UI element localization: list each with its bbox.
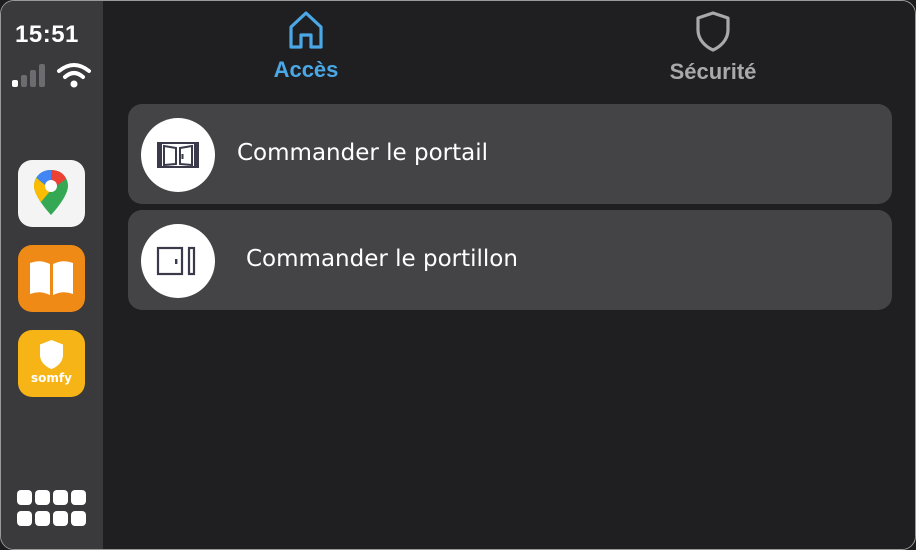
command-wicket-label: Commander le portillon [246, 246, 518, 272]
maps-icon [34, 170, 68, 215]
tab-acces-label: Accès [273, 57, 339, 82]
books-icon [30, 261, 73, 295]
somfy-shield-icon [40, 340, 63, 369]
shield-icon [696, 11, 730, 52]
clock: 15:51 [15, 21, 79, 48]
wicket-door-icon [156, 246, 196, 276]
command-wicket-button[interactable]: Commander le portillon [128, 210, 892, 310]
books-app-button[interactable] [18, 245, 85, 312]
tab-securite[interactable]: Sécurité [613, 9, 813, 85]
wicket-icon-badge [141, 224, 215, 298]
tab-acces[interactable]: Accès [206, 9, 406, 83]
carplay-sidebar: 15:51 somfy [1, 1, 103, 549]
app-grid-button[interactable] [17, 490, 87, 528]
gate-icon [157, 142, 199, 168]
wifi-icon [57, 63, 91, 88]
tab-securite-label: Sécurité [669, 59, 757, 84]
somfy-main-panel: Accès Sécurité Commander le portail Comm… [103, 1, 915, 549]
cellular-signal-icon [12, 63, 52, 87]
home-icon [289, 11, 323, 49]
maps-app-button[interactable] [18, 160, 85, 227]
carplay-screen: 15:51 somfy Accès Sécurité Commander le … [0, 0, 916, 550]
gate-icon-badge [141, 118, 215, 192]
somfy-label: somfy [31, 371, 72, 385]
command-gate-label: Commander le portail [237, 140, 489, 166]
command-gate-button[interactable]: Commander le portail [128, 104, 892, 204]
somfy-app-button[interactable]: somfy [18, 330, 85, 397]
